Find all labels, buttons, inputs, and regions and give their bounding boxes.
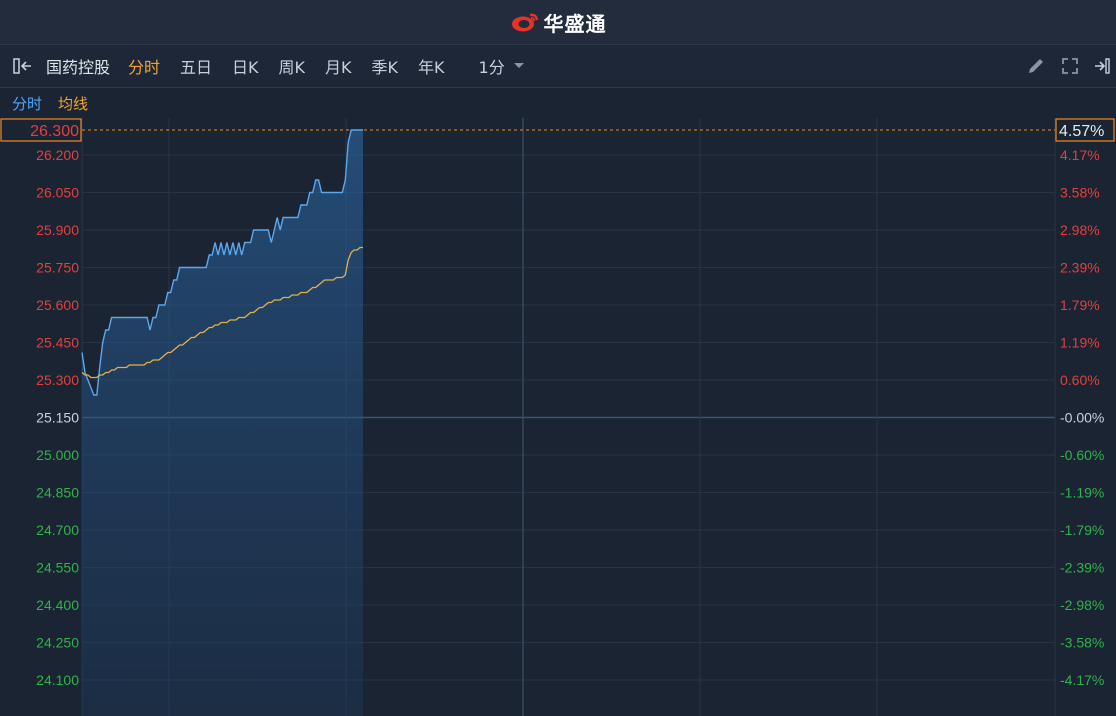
fullscreen-icon[interactable] [1060, 56, 1080, 76]
brand-bar: 华盛通 [0, 0, 1116, 45]
interval-value: 1分 [478, 58, 505, 77]
y-tick-label-right: -3.58% [1060, 635, 1104, 651]
y-tick-label-left: 24.850 [36, 485, 79, 501]
y-tick-label-left: 24.550 [36, 560, 79, 576]
y-tick-label-right: -4.17% [1060, 672, 1104, 688]
y-tick-label-right: 0.60% [1060, 372, 1100, 388]
y-tick-label-right: 1.79% [1060, 297, 1100, 313]
price-area [82, 130, 363, 716]
y-tick-label-right: -1.19% [1060, 485, 1104, 501]
y-tick-label-right: 4.17% [1060, 147, 1100, 163]
y-tick-label-left: 25.600 [36, 297, 79, 313]
brand-logo: 华盛通 [510, 8, 607, 37]
tab-monthly-k[interactable]: 月K [325, 54, 352, 78]
y-tick-label-left: 24.100 [36, 672, 79, 688]
y-tick-label-right: 1.19% [1060, 335, 1100, 351]
brand-logo-icon [511, 13, 538, 32]
y-tick-label-left: 25.000 [36, 447, 79, 463]
current-pct-label: 4.57% [1059, 123, 1104, 140]
collapse-panel-icon[interactable] [12, 56, 36, 76]
toolbar-tools [1026, 45, 1110, 87]
y-tick-label-left: 25.750 [36, 260, 79, 276]
brand-name: 华盛通 [543, 11, 607, 36]
legend-price: 分时 [12, 94, 43, 113]
y-tick-label-right: 3.58% [1060, 185, 1100, 201]
legend-average: 均线 [58, 94, 89, 113]
y-tick-label-left: 26.200 [36, 147, 79, 163]
y-tick-label-left: 24.250 [36, 635, 79, 651]
tab-quarterly-k[interactable]: 季K [372, 54, 399, 78]
y-tick-label-left: 24.400 [36, 597, 79, 613]
tab-daily-k[interactable]: 日K [232, 54, 259, 78]
y-tick-label-right: -0.00% [1060, 410, 1104, 426]
y-tick-label-right: -2.39% [1060, 560, 1104, 576]
stock-name: 国药控股 [46, 58, 111, 77]
tab-intraday[interactable]: 分时 [128, 54, 160, 78]
expand-right-icon[interactable] [1094, 56, 1110, 76]
y-tick-label-right: 2.98% [1060, 222, 1100, 238]
y-tick-label-right: -2.98% [1060, 597, 1104, 613]
current-price-label: 26.300 [30, 123, 79, 140]
y-tick-label-right: -0.60% [1060, 447, 1104, 463]
tab-yearly-k[interactable]: 年K [418, 54, 445, 78]
chart-toolbar: 国药控股 分时 五日 日K 周K 月K 季K 年K 1分 [0, 45, 1116, 88]
interval-dropdown[interactable]: 1分 [479, 54, 525, 78]
y-tick-label-right: 2.39% [1060, 260, 1100, 276]
y-tick-label-left: 24.700 [36, 522, 79, 538]
chevron-down-icon [513, 63, 524, 68]
y-tick-label-left: 25.300 [36, 372, 79, 388]
tab-five-day[interactable]: 五日 [180, 54, 212, 78]
y-tick-label-left: 26.050 [36, 185, 79, 201]
y-tick-label-left: 25.900 [36, 222, 79, 238]
tab-weekly-k[interactable]: 周K [279, 54, 306, 78]
chart-legend: 分时 均线 [0, 88, 88, 118]
y-tick-label-left: 25.450 [36, 335, 79, 351]
pencil-icon[interactable] [1026, 56, 1046, 76]
y-tick-label-left: 25.150 [36, 410, 79, 426]
y-tick-label-right: -1.79% [1060, 522, 1104, 538]
intraday-chart[interactable]: 26.200 4.17% 26.050 3.58% 25.900 2.98% 25.750 2… [0, 118, 1116, 716]
